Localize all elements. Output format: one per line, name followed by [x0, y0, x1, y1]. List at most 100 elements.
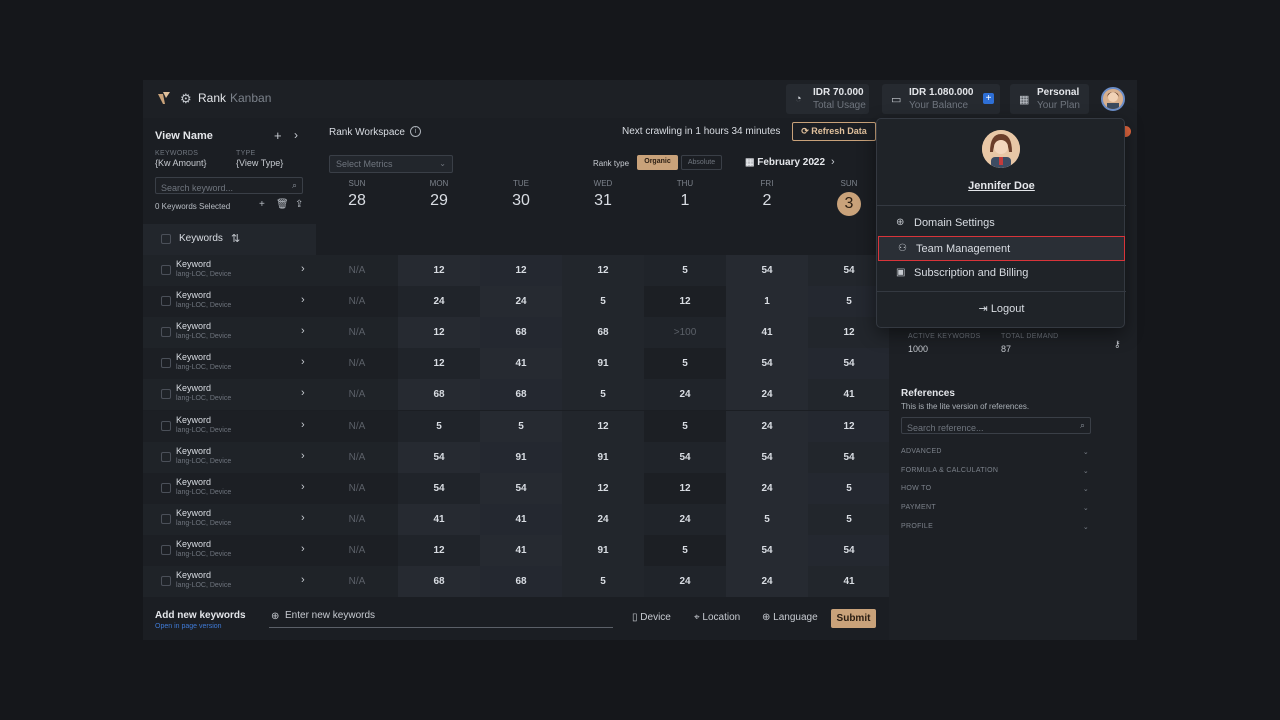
reference-section[interactable]: ADVANCED ⌄: [901, 448, 1089, 456]
gear-icon[interactable]: ⚙: [180, 91, 192, 107]
rank-cell[interactable]: 54: [808, 534, 890, 566]
rank-cell[interactable]: 5: [562, 566, 644, 597]
chevron-right-icon[interactable]: ›: [301, 419, 305, 431]
rank-cell[interactable]: 24: [644, 379, 726, 411]
rank-cell[interactable]: 24: [726, 410, 808, 442]
keyword-row[interactable]: Keyword lang-LOC, Device ›: [143, 348, 316, 380]
chevron-right-icon[interactable]: ›: [301, 325, 305, 337]
rank-cell[interactable]: 12: [398, 534, 480, 566]
rank-cell[interactable]: 12: [398, 255, 480, 286]
rank-cell[interactable]: 5: [562, 286, 644, 318]
reference-section[interactable]: FORMULA & CALCULATION ⌄: [901, 467, 1089, 475]
rank-cell[interactable]: 41: [726, 317, 808, 349]
rank-cell[interactable]: 5: [808, 503, 890, 535]
logout-button[interactable]: ⇥ Logout: [877, 302, 1126, 315]
rank-cell[interactable]: 12: [562, 255, 644, 286]
keyword-row[interactable]: Keyword lang-LOC, Device ›: [143, 503, 316, 535]
add-keyword-icon[interactable]: +: [259, 199, 265, 210]
rank-cell[interactable]: 54: [808, 441, 890, 473]
rank-cell[interactable]: 54: [726, 255, 808, 286]
add-view-button[interactable]: +: [274, 128, 282, 143]
keyword-row[interactable]: Keyword lang-LOC, Device ›: [143, 566, 316, 597]
rank-cell[interactable]: 41: [398, 503, 480, 535]
rank-cell[interactable]: 54: [398, 472, 480, 504]
rank-cell[interactable]: 68: [480, 317, 562, 349]
keyword-row[interactable]: Keyword lang-LOC, Device ›: [143, 286, 316, 318]
chevron-right-icon[interactable]: ›: [301, 481, 305, 493]
rank-cell[interactable]: 24: [398, 286, 480, 318]
reference-section[interactable]: PROFILE ⌄: [901, 523, 1089, 531]
next-month-button[interactable]: ›: [831, 156, 835, 168]
rank-cell[interactable]: 54: [398, 441, 480, 473]
row-checkbox[interactable]: [161, 327, 171, 338]
rank-cell[interactable]: N/A: [316, 255, 398, 286]
rank-cell[interactable]: 91: [562, 348, 644, 380]
language-option[interactable]: ⊕ Language: [762, 612, 818, 623]
keyword-row[interactable]: Keyword lang-LOC, Device ›: [143, 255, 316, 286]
rank-cell[interactable]: 5: [480, 410, 562, 442]
rank-cell[interactable]: 24: [644, 566, 726, 597]
rank-cell[interactable]: 24: [726, 472, 808, 504]
menu-item-subscription-and-billing[interactable]: ▣ Subscription and Billing: [877, 261, 1126, 286]
rank-cell[interactable]: 12: [644, 472, 726, 504]
rank-cell[interactable]: 24: [726, 566, 808, 597]
keyword-row[interactable]: Keyword lang-LOC, Device ›: [143, 534, 316, 566]
rank-cell[interactable]: 5: [644, 255, 726, 286]
rank-cell[interactable]: 68: [398, 566, 480, 597]
rank-cell[interactable]: 54: [480, 472, 562, 504]
rank-cell[interactable]: 41: [480, 348, 562, 380]
rank-type-absolute-toggle[interactable]: Absolute: [681, 155, 722, 170]
prev-month-button[interactable]: ‹: [812, 156, 816, 168]
row-checkbox[interactable]: [161, 576, 171, 586]
rank-cell[interactable]: 12: [398, 317, 480, 349]
sort-icon[interactable]: ⇅: [231, 232, 240, 245]
keyword-row[interactable]: Keyword lang-LOC, Device ›: [143, 472, 316, 504]
menu-item-team-management[interactable]: ⚇ Team Management: [878, 236, 1125, 261]
rank-cell[interactable]: 5: [398, 410, 480, 442]
rank-cell[interactable]: 54: [726, 348, 808, 380]
row-checkbox[interactable]: [161, 544, 171, 555]
chevron-right-icon[interactable]: ›: [301, 356, 305, 368]
rank-cell[interactable]: 68: [480, 566, 562, 597]
keyword-row[interactable]: Keyword lang-LOC, Device ›: [143, 410, 316, 442]
rank-cell[interactable]: 5: [562, 379, 644, 411]
keyword-row[interactable]: Keyword lang-LOC, Device ›: [143, 317, 316, 349]
total-usage-chip[interactable]: ◔ IDR 70.000 Total Usage: [786, 84, 869, 114]
chevron-right-icon[interactable]: ›: [301, 450, 305, 462]
rank-cell[interactable]: N/A: [316, 566, 398, 597]
rank-cell[interactable]: 54: [808, 348, 890, 380]
row-checkbox[interactable]: [161, 420, 171, 431]
rank-cell[interactable]: 24: [480, 286, 562, 318]
new-keywords-input[interactable]: [285, 610, 605, 621]
rank-cell[interactable]: 54: [726, 534, 808, 566]
export-icon[interactable]: ⇪: [295, 199, 303, 210]
refresh-data-button[interactable]: ⟳ Refresh Data: [792, 122, 876, 141]
rank-cell[interactable]: 1: [726, 286, 808, 318]
row-checkbox[interactable]: [161, 296, 171, 307]
select-all-checkbox[interactable]: [161, 234, 171, 244]
keyword-row[interactable]: Keyword lang-LOC, Device ›: [143, 379, 316, 411]
row-checkbox[interactable]: [161, 482, 171, 493]
plan-chip[interactable]: ▦ Personal Your Plan: [1010, 84, 1089, 114]
rank-cell[interactable]: N/A: [316, 441, 398, 473]
view-switch-kanban[interactable]: Kanban: [230, 91, 271, 105]
profile-name[interactable]: Jennifer Doe: [877, 180, 1126, 192]
rank-cell[interactable]: 12: [644, 286, 726, 318]
rank-cell[interactable]: 5: [808, 472, 890, 504]
rank-cell[interactable]: 24: [726, 379, 808, 411]
rank-cell[interactable]: 54: [644, 441, 726, 473]
rank-cell[interactable]: 12: [398, 348, 480, 380]
rank-type-organic-toggle[interactable]: Organic: [637, 155, 678, 170]
info-icon[interactable]: i: [410, 126, 421, 137]
chevron-right-icon[interactable]: ›: [301, 387, 305, 399]
menu-item-domain-settings[interactable]: ⊕ Domain Settings: [877, 211, 1126, 236]
rank-cell[interactable]: 91: [480, 441, 562, 473]
rank-cell[interactable]: 41: [808, 379, 890, 411]
reference-section[interactable]: HOW TO ⌄: [901, 485, 1089, 493]
chevron-right-icon[interactable]: ›: [301, 263, 305, 275]
rank-cell[interactable]: 12: [562, 410, 644, 442]
rank-cell[interactable]: 68: [398, 379, 480, 411]
rank-cell[interactable]: 54: [726, 441, 808, 473]
rank-cell[interactable]: N/A: [316, 286, 398, 318]
rank-cell[interactable]: 24: [562, 503, 644, 535]
